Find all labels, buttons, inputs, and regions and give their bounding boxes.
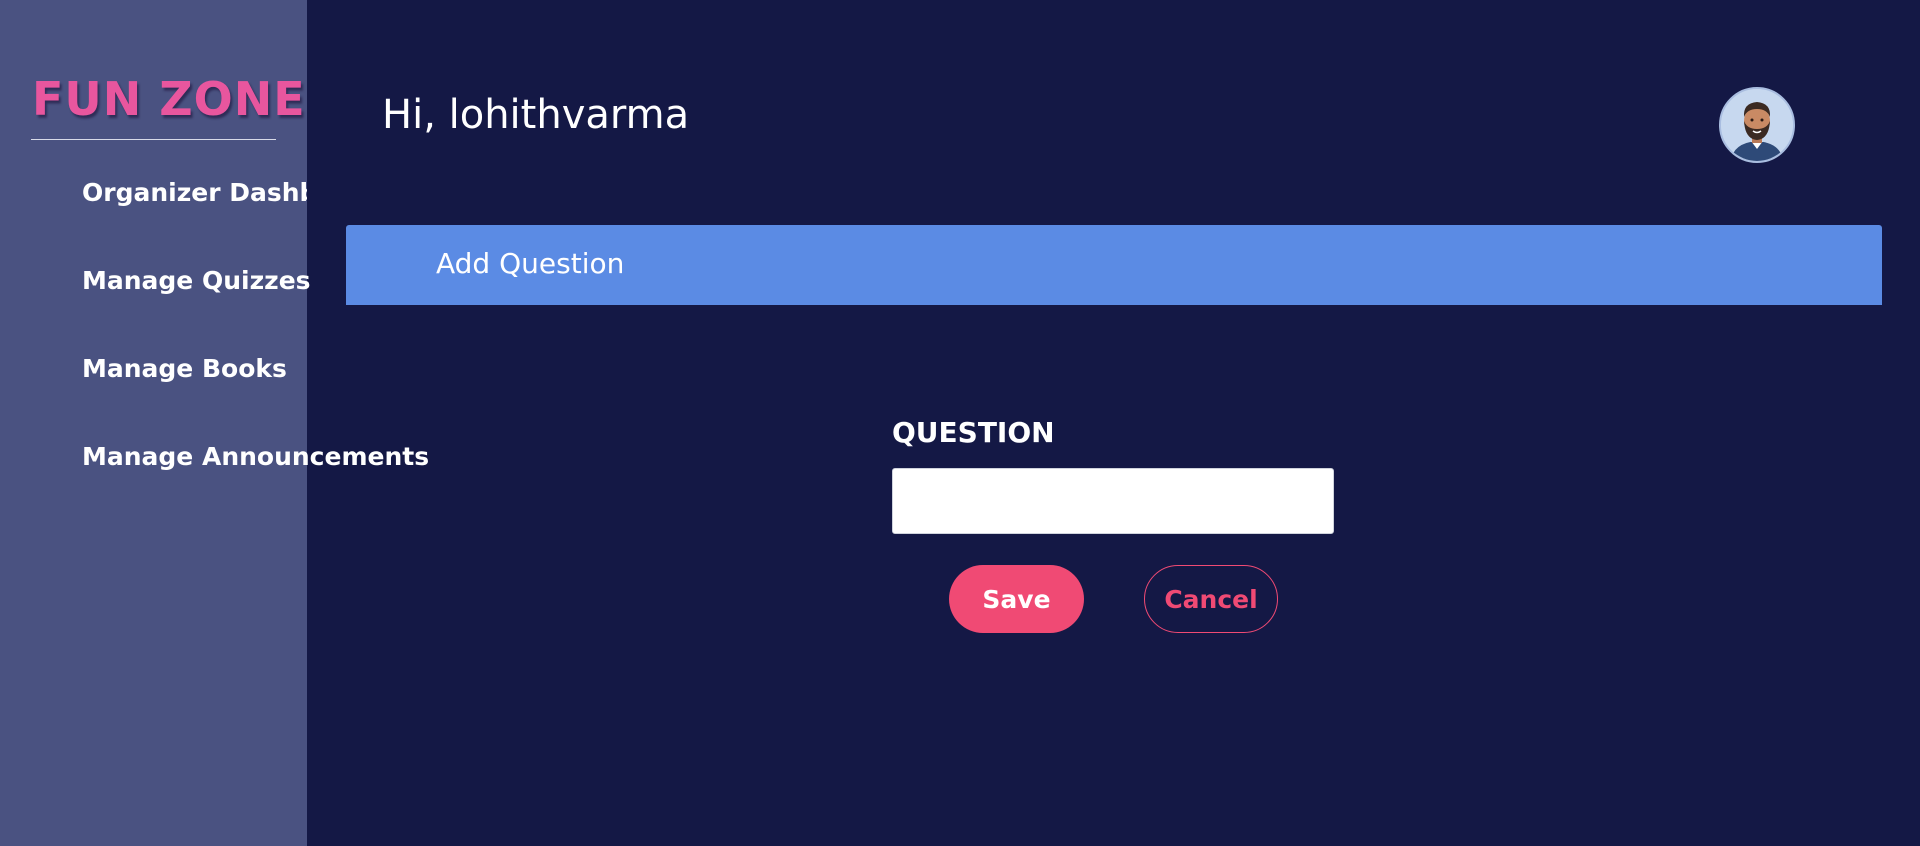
question-input[interactable]: [892, 468, 1334, 534]
save-button[interactable]: Save: [949, 565, 1084, 633]
page-title: Add Question: [436, 247, 625, 280]
sidebar-item-manage-quizzes[interactable]: Manage Quizzes: [82, 266, 311, 295]
question-label: QUESTION: [892, 416, 1055, 449]
sidebar-item-organizer-dashboard[interactable]: Organizer Dashboard: [82, 178, 307, 207]
cancel-button[interactable]: Cancel: [1144, 565, 1278, 633]
bearded-man-avatar-icon: [1721, 89, 1793, 161]
user-avatar[interactable]: [1719, 87, 1795, 163]
app-root: FUN ZONE Organizer Dashboard Manage Quiz…: [0, 0, 1920, 846]
greeting-text: Hi, lohithvarma: [382, 92, 690, 138]
page-header-banner: Add Question: [346, 225, 1882, 305]
sidebar-nav-clip: Organizer Dashboard: [0, 0, 307, 846]
sidebar-item-manage-announcements[interactable]: Manage Announcements: [82, 442, 429, 471]
sidebar-item-manage-books[interactable]: Manage Books: [82, 354, 287, 383]
